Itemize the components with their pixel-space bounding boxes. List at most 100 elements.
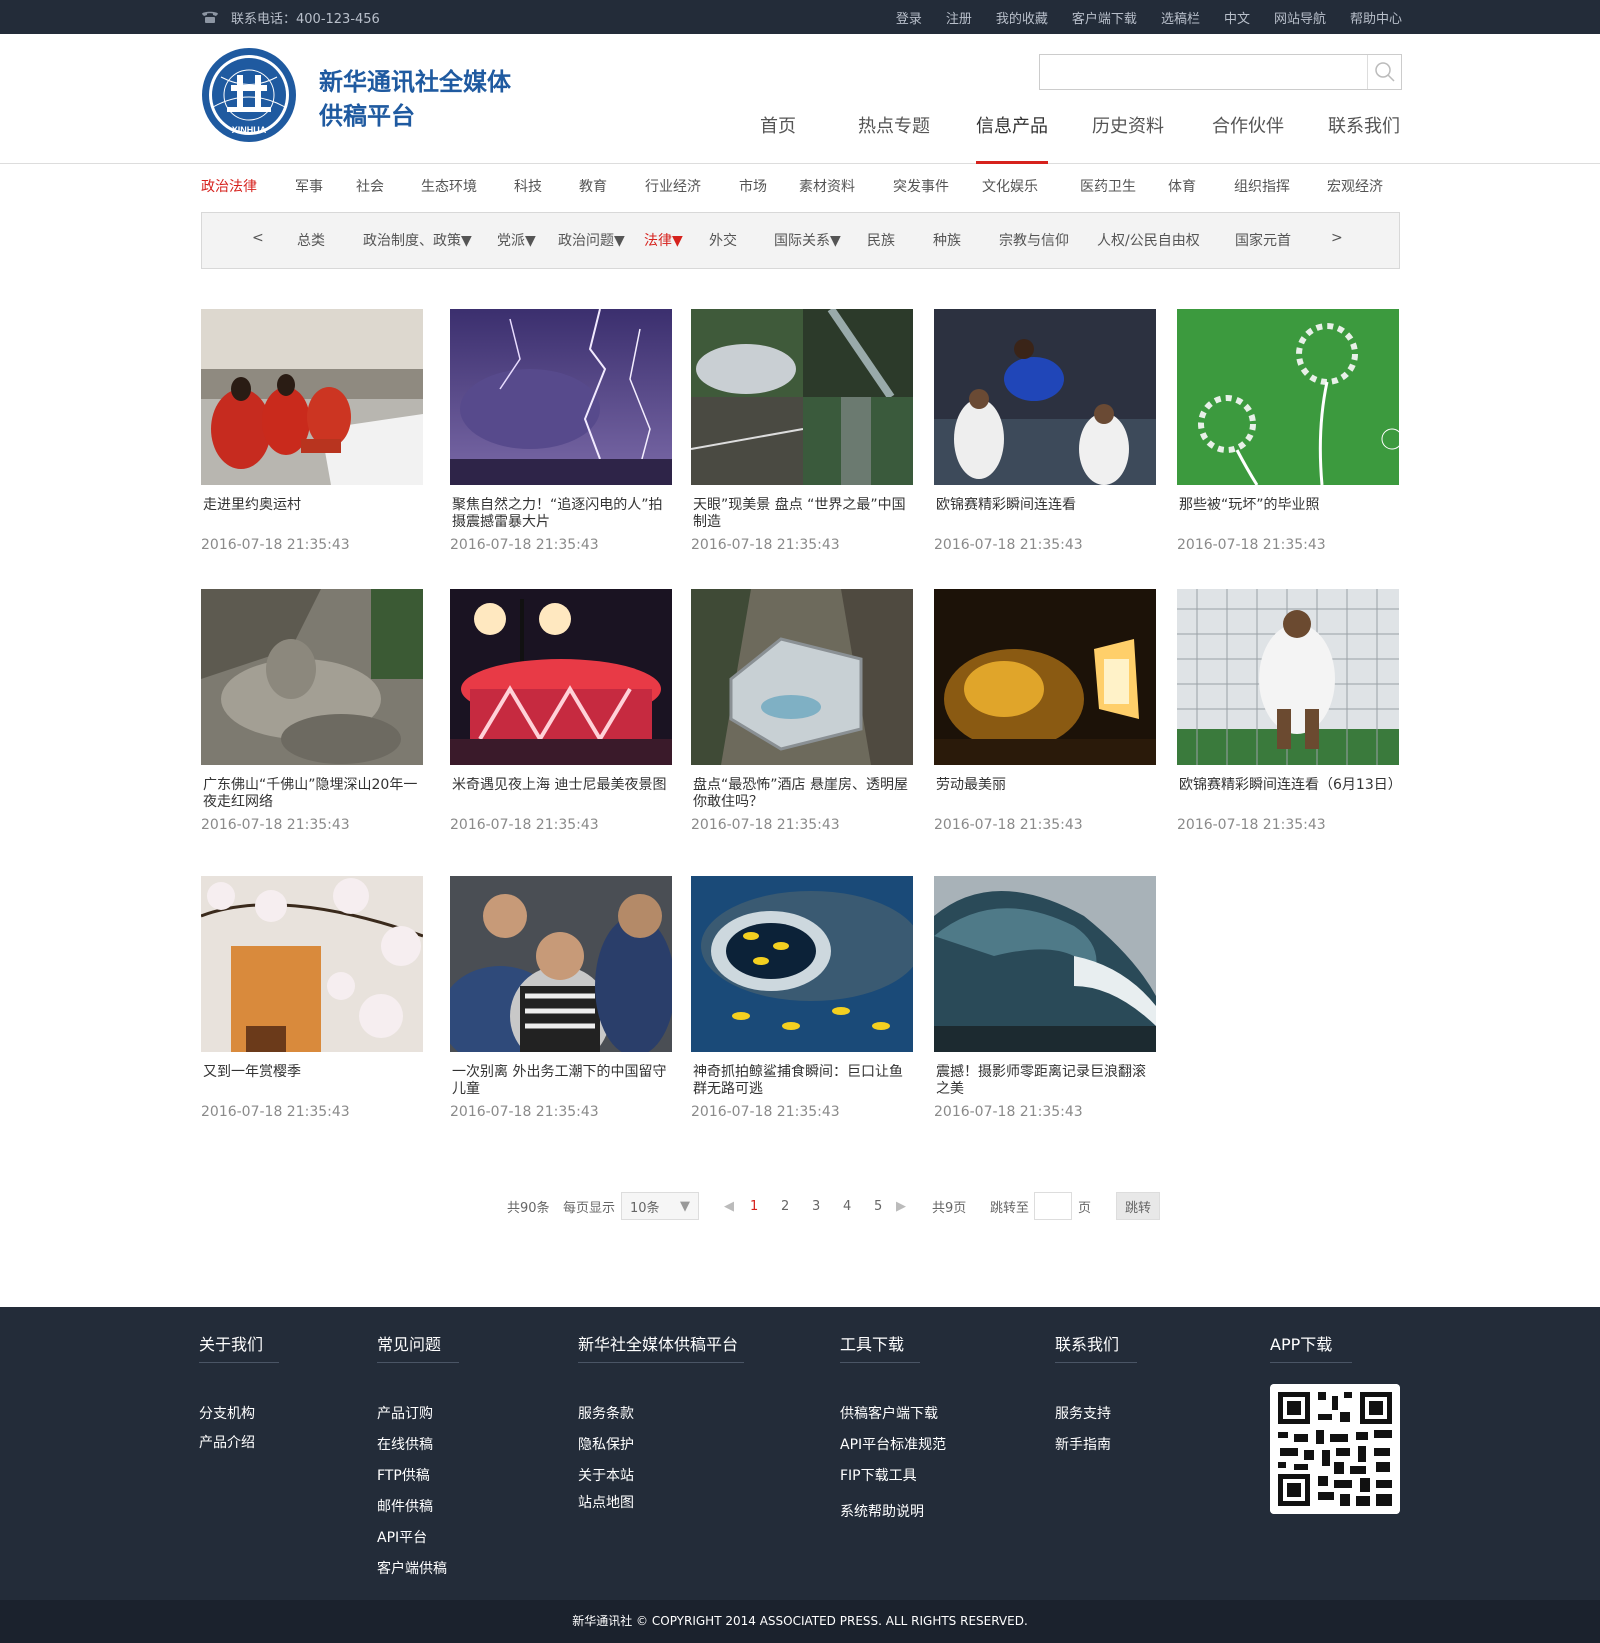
- jump-page-input[interactable]: [1034, 1192, 1072, 1220]
- footer-link[interactable]: 服务条款: [578, 1403, 634, 1423]
- nav-info-products[interactable]: 信息产品: [976, 112, 1048, 164]
- footer-link[interactable]: 服务支持: [1055, 1403, 1111, 1423]
- top-link-client-download[interactable]: 客户端下载: [1072, 8, 1137, 27]
- photo-title[interactable]: 神奇抓拍鲸鲨捕食瞬间：巨口让鱼群无路可逃: [693, 1064, 915, 1098]
- category-sports[interactable]: 体育: [1168, 176, 1196, 196]
- photo-title[interactable]: 又到一年赏樱季: [203, 1064, 425, 1081]
- subcategory-item[interactable]: 人权/公民自由权: [1097, 230, 1200, 250]
- prev-page-icon[interactable]: ◀: [724, 1192, 734, 1220]
- page-number[interactable]: 3: [812, 1192, 820, 1220]
- photo-thumbnail[interactable]: [691, 589, 913, 765]
- category-military[interactable]: 军事: [295, 176, 323, 196]
- subcategory-item[interactable]: 外交: [709, 230, 737, 250]
- footer-link[interactable]: 系统帮助说明: [840, 1501, 924, 1521]
- footer-link[interactable]: 产品订购: [377, 1403, 433, 1423]
- subcategory-item[interactable]: 党派▼: [497, 230, 536, 250]
- subcategory-item-active[interactable]: 法律▼: [644, 230, 683, 250]
- photo-thumbnail[interactable]: [934, 309, 1156, 485]
- category-materials[interactable]: 素材资料: [799, 176, 855, 196]
- photo-title[interactable]: 那些被“玩坏”的毕业照: [1179, 497, 1401, 514]
- nav-hot-topics[interactable]: 热点专题: [858, 112, 930, 164]
- top-link-favorites[interactable]: 我的收藏: [996, 8, 1048, 27]
- page-number-current[interactable]: 1: [750, 1192, 758, 1220]
- photo-thumbnail[interactable]: [934, 876, 1156, 1052]
- subcategory-item[interactable]: 国际关系▼: [774, 230, 841, 250]
- next-page-icon[interactable]: ▶: [896, 1192, 906, 1220]
- footer-link[interactable]: FTP供稿: [377, 1465, 430, 1485]
- search-input[interactable]: [1040, 55, 1366, 89]
- top-link-help[interactable]: 帮助中心: [1350, 8, 1402, 27]
- category-education[interactable]: 教育: [579, 176, 607, 196]
- category-culture[interactable]: 文化娱乐: [982, 176, 1038, 196]
- footer-link[interactable]: 新手指南: [1055, 1434, 1111, 1454]
- search-button[interactable]: [1367, 55, 1401, 89]
- category-organization[interactable]: 组织指挥: [1234, 176, 1290, 196]
- nav-partners[interactable]: 合作伙伴: [1212, 112, 1284, 164]
- subcategory-next[interactable]: >: [1331, 230, 1343, 246]
- page-number[interactable]: 4: [843, 1192, 851, 1220]
- nav-home[interactable]: 首页: [760, 112, 796, 164]
- subcategory-item[interactable]: 国家元首: [1235, 230, 1291, 250]
- photo-title[interactable]: 欧锦赛精彩瞬间连连看: [936, 497, 1158, 514]
- photo-title[interactable]: 米奇遇见夜上海 迪士尼最美夜景图: [452, 777, 674, 794]
- app-qr-code[interactable]: [1270, 1384, 1400, 1514]
- photo-thumbnail[interactable]: [934, 589, 1156, 765]
- top-link-login[interactable]: 登录: [896, 8, 922, 27]
- photo-thumbnail[interactable]: [201, 876, 423, 1052]
- top-link-selection[interactable]: 选稿栏: [1161, 8, 1200, 27]
- subcategory-item[interactable]: 种族: [933, 230, 961, 250]
- photo-thumbnail[interactable]: [1177, 589, 1399, 765]
- photo-title[interactable]: 劳动最美丽: [936, 777, 1158, 794]
- photo-title[interactable]: 欧锦赛精彩瞬间连连看（6月13日）: [1179, 777, 1401, 794]
- photo-title[interactable]: 震撼！摄影师零距离记录巨浪翻滚之美: [936, 1064, 1158, 1098]
- category-medical[interactable]: 医药卫生: [1080, 176, 1136, 196]
- photo-thumbnail[interactable]: [450, 309, 672, 485]
- jump-button[interactable]: 跳转: [1116, 1192, 1161, 1220]
- xinhua-logo[interactable]: XINHUA: [201, 47, 297, 143]
- category-technology[interactable]: 科技: [514, 176, 542, 196]
- category-industry-economy[interactable]: 行业经济: [645, 176, 701, 196]
- subcategory-item[interactable]: 政治制度、政策▼: [363, 230, 472, 250]
- top-link-language[interactable]: 中文: [1224, 8, 1250, 27]
- photo-thumbnail[interactable]: [201, 309, 423, 485]
- nav-history[interactable]: 历史资料: [1092, 112, 1164, 164]
- page-number[interactable]: 2: [781, 1192, 789, 1220]
- footer-link[interactable]: 邮件供稿: [377, 1496, 433, 1516]
- footer-link[interactable]: 供稿客户端下载: [840, 1403, 938, 1423]
- footer-link[interactable]: 产品介绍: [199, 1432, 255, 1452]
- page-number[interactable]: 5: [874, 1192, 882, 1220]
- footer-link[interactable]: 隐私保护: [578, 1434, 634, 1454]
- photo-title[interactable]: 聚焦自然之力！“追逐闪电的人”拍摄震撼雷暴大片: [452, 497, 674, 531]
- photo-title[interactable]: 天眼”现美景 盘点 “世界之最”中国制造: [693, 497, 915, 531]
- footer-link[interactable]: 在线供稿: [377, 1434, 433, 1454]
- photo-thumbnail[interactable]: [691, 309, 913, 485]
- top-link-register[interactable]: 注册: [946, 8, 972, 27]
- subcategory-item[interactable]: 宗教与信仰: [999, 230, 1069, 250]
- photo-thumbnail[interactable]: [450, 589, 672, 765]
- footer-link[interactable]: 分支机构: [199, 1403, 255, 1423]
- photo-thumbnail[interactable]: [691, 876, 913, 1052]
- footer-link[interactable]: API平台标准规范: [840, 1434, 946, 1454]
- footer-link[interactable]: FIP下载工具: [840, 1465, 917, 1485]
- nav-contact[interactable]: 联系我们: [1328, 112, 1400, 164]
- photo-title[interactable]: 走进里约奥运村: [203, 497, 425, 514]
- category-macro-economy[interactable]: 宏观经济: [1327, 176, 1383, 196]
- per-page-select[interactable]: 10条 ▼: [621, 1192, 699, 1220]
- photo-title[interactable]: 一次别离 外出务工潮下的中国留守儿童: [452, 1064, 674, 1098]
- category-ecology[interactable]: 生态环境: [421, 176, 477, 196]
- category-politics-law[interactable]: 政治法律: [201, 176, 257, 196]
- category-market[interactable]: 市场: [739, 176, 767, 196]
- photo-thumbnail[interactable]: [201, 589, 423, 765]
- subcategory-item[interactable]: 总类: [297, 230, 325, 250]
- subcategory-prev[interactable]: <: [252, 230, 264, 246]
- footer-link[interactable]: 站点地图: [578, 1492, 634, 1512]
- photo-title[interactable]: 广东佛山“千佛山”隐埋深山20年一夜走红网络: [203, 777, 425, 811]
- footer-link[interactable]: 客户端供稿: [377, 1558, 447, 1578]
- subcategory-item[interactable]: 民族: [867, 230, 895, 250]
- photo-thumbnail[interactable]: [1177, 309, 1399, 485]
- photo-thumbnail[interactable]: [450, 876, 672, 1052]
- category-emergencies[interactable]: 突发事件: [893, 176, 949, 196]
- footer-link[interactable]: API平台: [377, 1527, 427, 1547]
- photo-title[interactable]: 盘点“最恐怖”酒店 悬崖房、透明屋你敢住吗？: [693, 777, 915, 811]
- footer-link[interactable]: 关于本站: [578, 1465, 634, 1485]
